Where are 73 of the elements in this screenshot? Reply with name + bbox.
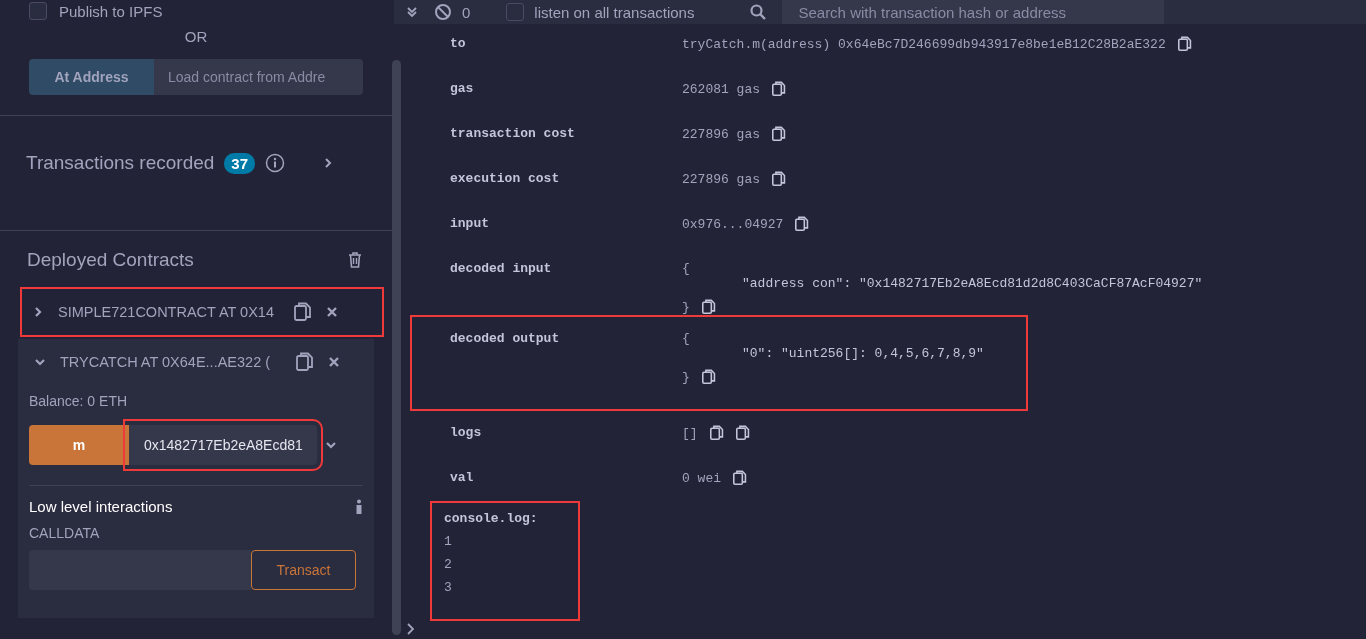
field-value: 227896 gas	[682, 126, 760, 142]
deployed-contracts-title: Deployed Contracts	[27, 249, 194, 271]
listen-label: listen on all transactions	[534, 3, 695, 21]
chevron-down-icon[interactable]	[325, 439, 337, 451]
field-key: logs	[450, 425, 682, 458]
field-key: decoded input	[450, 261, 682, 315]
copy-icon[interactable]	[795, 216, 810, 232]
console-log-line: 1	[444, 534, 453, 549]
info-icon[interactable]	[355, 498, 363, 515]
address-input[interactable]: Load contract from Addre	[154, 59, 363, 95]
copy-icon[interactable]	[735, 425, 750, 441]
field-key: gas	[450, 81, 682, 114]
transactions-count: 37	[224, 152, 256, 174]
copy-icon[interactable]	[709, 425, 724, 441]
prompt-icon[interactable]	[406, 622, 416, 636]
field-value: 0 wei	[682, 470, 721, 486]
copy-icon[interactable]	[772, 126, 786, 142]
field-value: "address con": "0x1482717Eb2eA8Ecd81d2d8C403CaCF87AcF04927"	[741, 276, 1203, 293]
contract-name[interactable]: TRYCATCH AT 0X64E...AE322 (	[60, 354, 282, 370]
transact-button[interactable]: Transact	[251, 550, 356, 590]
field-key: val	[450, 470, 682, 503]
field-value: "0": "uint256[]: 0,4,5,6,7,8,9"	[741, 346, 984, 363]
console-log-line: 3	[444, 580, 453, 595]
trash-icon[interactable]	[348, 252, 362, 268]
or-label: OR	[183, 27, 209, 47]
calldata-input[interactable]	[29, 550, 251, 590]
copy-icon[interactable]	[701, 369, 716, 385]
chevron-down-icon[interactable]	[34, 356, 46, 368]
collapse-icon[interactable]	[406, 6, 418, 18]
close-brace: }	[682, 369, 690, 385]
info-icon[interactable]	[265, 153, 286, 173]
highlighted-contract-row[interactable]: SIMPLE721CONTRACT AT 0X14	[22, 289, 382, 335]
contract-name[interactable]: SIMPLE721CONTRACT AT 0X14	[58, 304, 280, 320]
copy-icon[interactable]	[772, 81, 786, 97]
clear-icon[interactable]	[434, 3, 452, 21]
close-brace: }	[682, 299, 690, 315]
pending-count: 0	[462, 3, 471, 21]
low-level-interactions-title: Low level interactions	[29, 498, 173, 515]
field-key: input	[450, 216, 682, 249]
publish-label: Publish to IPFS	[59, 2, 163, 20]
field-key: transaction cost	[450, 126, 682, 159]
calldata-label: CALLDATA	[29, 524, 101, 543]
transactions-recorded-label: Transactions recorded	[26, 152, 215, 174]
field-value: []	[682, 425, 698, 441]
search-icon[interactable]	[750, 4, 767, 20]
copy-icon[interactable]	[701, 299, 716, 315]
publish-checkbox[interactable]	[29, 2, 47, 20]
chevron-right-icon[interactable]	[32, 306, 44, 318]
field-key: to	[450, 36, 682, 69]
copy-icon[interactable]	[772, 171, 786, 187]
chevron-right-icon[interactable]	[323, 157, 334, 169]
field-value: tryCatch.m(address) 0x64eBc7D246699db943917e8be1eB12C28B2aE322	[682, 36, 1166, 52]
close-icon[interactable]	[328, 356, 340, 368]
field-key: execution cost	[450, 171, 682, 204]
close-icon[interactable]	[326, 306, 338, 318]
copy-icon[interactable]	[1177, 36, 1192, 52]
balance-label: Balance: 0 ETH	[29, 392, 129, 411]
copy-icon[interactable]	[296, 352, 314, 372]
console-log-title: console.log:	[444, 511, 538, 526]
open-brace: {	[682, 331, 691, 346]
field-value: 0x976...04927	[682, 216, 784, 232]
scrollbar-thumb[interactable]	[392, 60, 401, 635]
field-key: decoded output	[450, 331, 682, 397]
function-button[interactable]: m	[29, 425, 129, 465]
copy-icon[interactable]	[733, 470, 747, 486]
at-address-button[interactable]: At Address	[29, 59, 154, 95]
field-value: 227896 gas	[682, 171, 760, 187]
console-log-line: 2	[444, 557, 453, 572]
field-value: 262081 gas	[682, 81, 760, 97]
listen-checkbox[interactable]	[506, 3, 525, 21]
search-field[interactable]: Search with transaction hash or address	[782, 0, 1165, 24]
copy-icon[interactable]	[294, 302, 312, 322]
open-brace: {	[682, 261, 691, 276]
